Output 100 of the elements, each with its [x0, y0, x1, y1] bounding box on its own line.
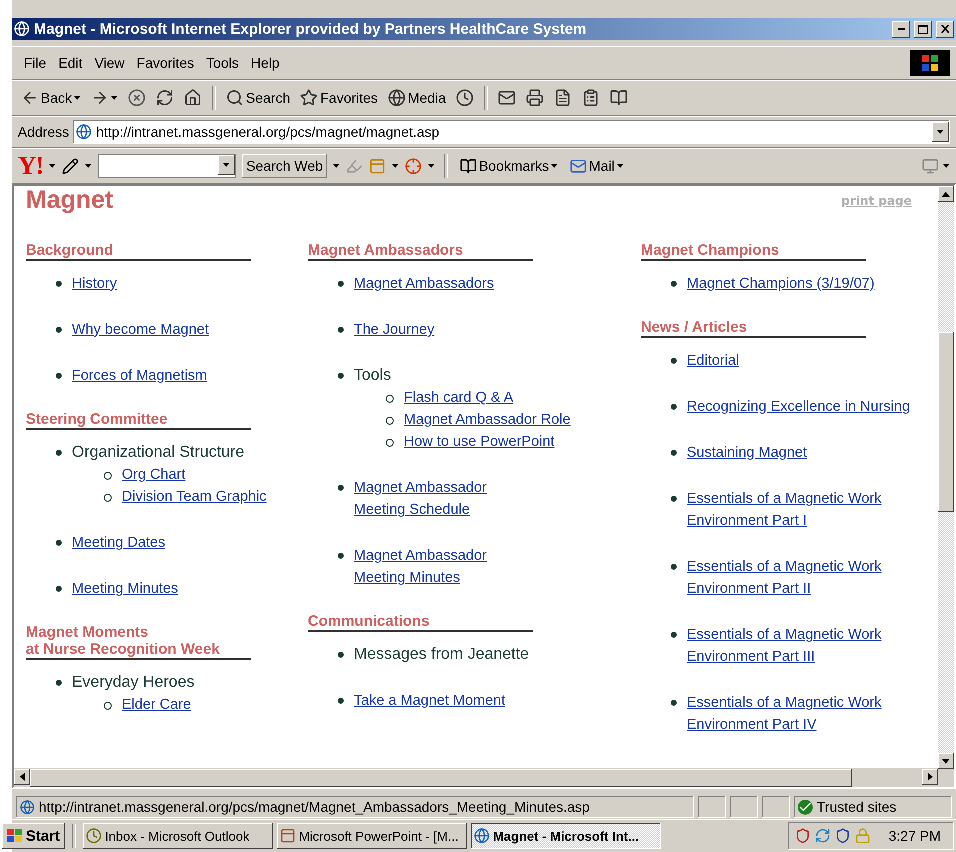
menu-item[interactable]: File: [18, 55, 53, 71]
bullet-icon: [56, 327, 62, 333]
bullet-icon: [671, 700, 677, 706]
page-link[interactable]: Essentials of a Magnetic Work Environment Part III: [687, 624, 882, 668]
menu-item[interactable]: Edit: [52, 55, 89, 71]
caret-icon: [428, 164, 436, 168]
page-link[interactable]: Magnet Ambassadors: [354, 273, 494, 295]
bookmarks-button[interactable]: Bookmarks: [457, 156, 562, 176]
bullet-icon: [338, 652, 344, 658]
page-link[interactable]: Elder Care: [122, 694, 192, 716]
crosshair-icon: [405, 158, 422, 174]
page-link[interactable]: Essentials of a Magnetic Work Environment Part IV: [687, 692, 882, 736]
address-field[interactable]: http://intranet.massgeneral.org/pcs/magnet/magnet.asp: [73, 120, 950, 144]
start-button[interactable]: Start: [2, 823, 66, 849]
page-link[interactable]: Essentials of a Magnetic Work Environment Part II: [687, 556, 882, 600]
toolbar-button[interactable]: Favorites: [297, 87, 382, 109]
menu-item[interactable]: View: [88, 55, 131, 71]
page-link[interactable]: Magnet Ambassador Meeting Minutes: [354, 545, 487, 589]
caret-icon: [111, 96, 118, 100]
bullet-icon: [56, 540, 62, 546]
pencil-icon: [62, 158, 80, 174]
windows-flag-icon: [7, 829, 23, 843]
scroll-left-button[interactable]: [14, 769, 30, 785]
page-link[interactable]: Flash card Q & A: [404, 387, 514, 409]
caret-icon: [85, 164, 92, 168]
page-link[interactable]: Org Chart: [122, 464, 186, 486]
maximize-button[interactable]: [914, 20, 932, 38]
scroll-down-button[interactable]: [938, 753, 954, 769]
star-icon: [300, 89, 318, 107]
minimize-icon: [898, 28, 904, 30]
minimize-button[interactable]: [892, 20, 910, 38]
clock: 3:27 PM: [888, 828, 941, 844]
circle-bullet-icon: [386, 439, 394, 447]
envelope-icon: [570, 158, 588, 174]
close-icon: [940, 25, 950, 33]
monitor-icon: [922, 158, 939, 174]
circle-bullet-icon: [104, 494, 112, 502]
page-link[interactable]: Sustaining Magnet: [687, 442, 808, 464]
circle-bullet-icon: [104, 472, 112, 480]
taskbar-button[interactable]: Microsoft PowerPoint - [M...: [277, 823, 468, 849]
circle-bullet-icon: [386, 395, 394, 403]
page-link[interactable]: History: [72, 273, 118, 295]
dropdown-button[interactable]: [932, 122, 949, 142]
book-icon: [610, 89, 628, 107]
search-web-button[interactable]: Search Web: [242, 154, 328, 178]
search-field[interactable]: [98, 154, 236, 178]
vertical-scrollbar-thumb[interactable]: [938, 332, 954, 512]
slides-icon: [280, 828, 296, 844]
caret-icon: [223, 163, 230, 167]
caret-icon: [551, 164, 558, 168]
up-triangle-icon: [942, 192, 950, 196]
page-link[interactable]: Magnet Ambassador Meeting Schedule: [354, 477, 487, 521]
mail-button[interactable]: Mail: [567, 156, 627, 176]
page-link[interactable]: Forces of Magnetism: [72, 365, 208, 387]
taskbar-button[interactable]: Inbox - Microsoft Outlook: [83, 823, 274, 849]
dropdown-button[interactable]: [218, 155, 236, 175]
page-link[interactable]: Division Team Graphic: [122, 486, 267, 508]
page-link[interactable]: Magnet Ambassador Role: [404, 409, 571, 431]
circle-bullet-icon: [386, 417, 394, 425]
horizontal-scrollbar-thumb[interactable]: [30, 769, 852, 787]
close-button[interactable]: [936, 20, 954, 38]
page-link[interactable]: Editorial: [687, 350, 740, 372]
menu-item[interactable]: Favorites: [130, 55, 200, 71]
toolbar-button[interactable]: Search: [223, 87, 294, 109]
window-icon: [369, 158, 386, 174]
page-icon: [20, 800, 35, 814]
page-link[interactable]: Why become Magnet: [72, 319, 210, 341]
notepad-icon: [582, 89, 600, 107]
bullet-icon: [671, 450, 677, 456]
section-heading: Magnet Ambassadors: [308, 242, 533, 261]
toolbar-button[interactable]: Media: [385, 87, 450, 109]
menu-item[interactable]: Help: [245, 55, 286, 71]
page-link[interactable]: Take a Magnet Moment: [354, 690, 506, 712]
section-heading: Communications: [308, 613, 533, 632]
bullet-icon: [671, 496, 677, 502]
page-link[interactable]: How to use PowerPoint: [404, 431, 555, 453]
page-link[interactable]: Meeting Minutes: [72, 578, 178, 600]
taskbar-button[interactable]: Magnet - Microsoft Int...: [471, 823, 662, 849]
scroll-up-button[interactable]: [938, 186, 954, 202]
highlighter-icon: [346, 158, 364, 174]
caret-icon: [74, 96, 82, 100]
zone-label: Trusted sites: [817, 799, 897, 815]
scroll-right-button[interactable]: [922, 769, 938, 785]
menu-item[interactable]: Tools: [200, 55, 246, 71]
page-link[interactable]: The Journey: [354, 319, 435, 341]
page-link[interactable]: Essentials of a Magnetic Work Environment Part I: [687, 488, 882, 532]
page-link[interactable]: Magnet Champions (3/19/07): [687, 273, 875, 295]
browser-icon: [14, 21, 30, 37]
list-item-text: Organizational Structure: [72, 443, 245, 463]
bullet-icon: [671, 281, 677, 287]
address-url: http://intranet.massgeneral.org/pcs/magnet/magnet.asp: [96, 124, 440, 140]
mail-icon: [498, 89, 516, 107]
windows-logo-icon: [910, 50, 950, 76]
check-icon: [798, 800, 813, 814]
toolbar-button[interactable]: Back: [18, 87, 84, 109]
page-link[interactable]: Meeting Dates: [72, 532, 166, 554]
down-triangle-icon: [942, 758, 950, 764]
window-title: Magnet - Microsoft Internet Explorer provided by Partners HealthCare System: [34, 20, 588, 38]
stop-icon: [128, 89, 146, 107]
page-link[interactable]: Recognizing Excellence in Nursing: [687, 396, 910, 418]
